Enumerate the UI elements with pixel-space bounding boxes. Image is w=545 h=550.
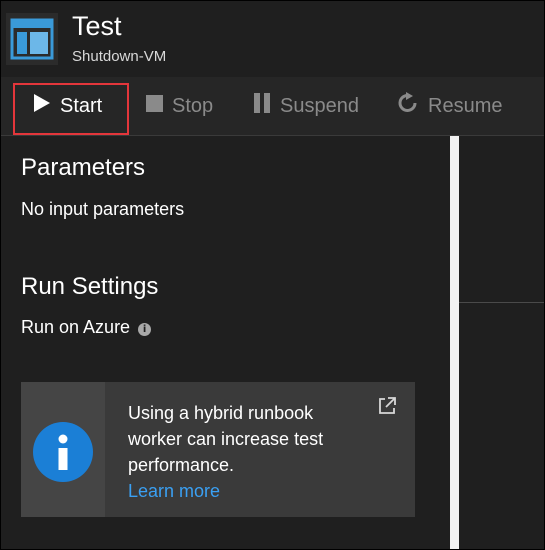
run-settings-heading: Run Settings [21,273,159,300]
pause-icon [253,93,271,119]
runbook-test-pane: Test Shutdown-VM Start Stop Suspend Resu… [1,1,544,549]
page-subtitle: Shutdown-VM [72,48,167,65]
pane-splitter[interactable] [450,136,459,549]
suspend-label: Suspend [280,94,359,117]
toolbar: Start Stop Suspend Resume [1,77,544,136]
play-icon [33,93,51,119]
info-circle-icon [33,422,93,482]
pane-header: Test Shutdown-VM [1,1,544,77]
parameters-heading: Parameters [21,154,146,181]
callout-line-1: Using a hybrid runbook [128,403,314,423]
output-pane [459,136,544,549]
run-on-label: Run on Azure [21,317,131,337]
stop-icon [146,94,163,118]
resume-label: Resume [428,94,503,117]
resume-button[interactable]: Resume [397,77,502,135]
info-icon[interactable]: i [138,323,152,336]
stop-button[interactable]: Stop [146,77,213,135]
start-button[interactable]: Start [33,77,102,135]
callout-icon-box [21,382,105,517]
callout-line-2: worker can increase test [128,429,324,449]
hybrid-worker-callout: Using a hybrid runbook worker can increa… [21,382,415,517]
suspend-button[interactable]: Suspend [253,77,359,135]
learn-more-link[interactable]: Learn more [128,478,368,504]
callout-line-3: performance. [128,455,235,475]
page-title: Test [72,11,122,41]
external-link-icon[interactable] [377,396,397,416]
parameters-text: No input parameters [21,199,185,219]
runbook-icon [6,13,58,65]
callout-message: Using a hybrid runbook worker can increa… [128,400,368,504]
settings-pane: Parameters No input parameters Run Setti… [1,136,450,549]
resume-icon [397,92,419,120]
output-divider [459,302,544,303]
stop-label: Stop [172,94,214,117]
run-on-row: Run on Azure i [21,316,152,338]
start-label: Start [60,94,103,117]
